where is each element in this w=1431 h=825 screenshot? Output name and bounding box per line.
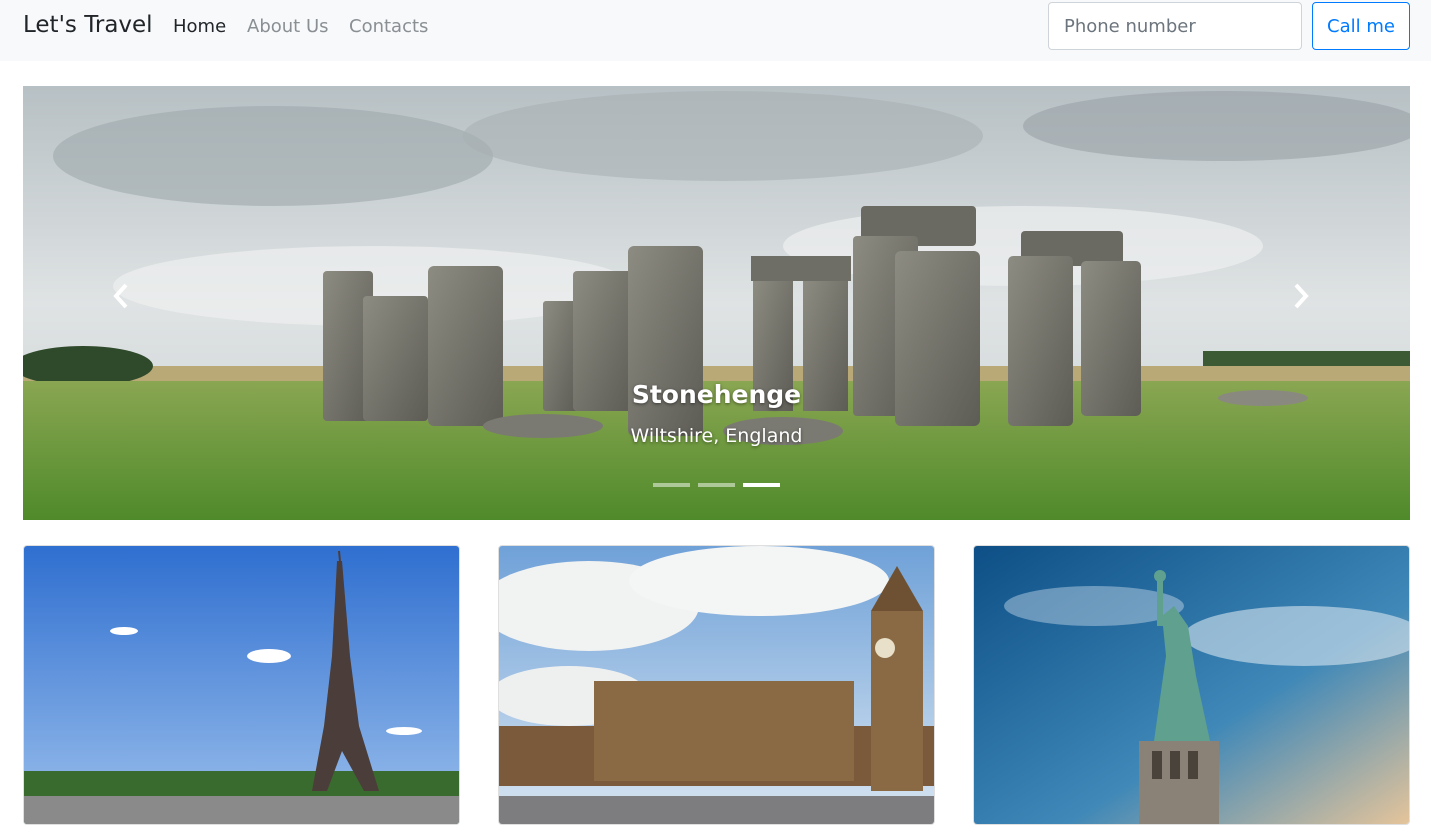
statue-of-liberty-photo <box>974 546 1409 824</box>
card-statue-of-liberty[interactable] <box>973 545 1410 825</box>
card-big-ben[interactable] <box>498 545 935 825</box>
eiffel-tower-photo <box>24 546 459 824</box>
big-ben-parliament-photo <box>499 546 934 824</box>
nav-link-contacts[interactable]: Contacts <box>349 16 428 37</box>
hero-carousel: Stonehenge Wiltshire, England <box>23 86 1410 520</box>
phone-number-input[interactable] <box>1048 2 1302 50</box>
carousel-indicator-3[interactable] <box>743 483 780 487</box>
carousel-caption-subtitle: Wiltshire, England <box>630 425 803 447</box>
brand-logo[interactable]: Let's Travel <box>23 12 153 38</box>
call-me-button[interactable]: Call me <box>1312 2 1410 50</box>
carousel-indicator-2[interactable] <box>698 483 735 487</box>
card-eiffel-tower[interactable] <box>23 545 460 825</box>
chevron-right-icon <box>1294 283 1309 309</box>
nav-link-home[interactable]: Home <box>173 16 226 37</box>
carousel-indicators <box>653 483 780 487</box>
carousel-prev-control[interactable] <box>111 282 141 322</box>
nav-link-about-us[interactable]: About Us <box>247 16 329 37</box>
chevron-left-icon <box>113 283 128 309</box>
navbar: Let's Travel Home About Us Contacts Call… <box>0 0 1431 61</box>
carousel-caption-title: Stonehenge <box>631 380 802 409</box>
carousel-next-control[interactable] <box>1291 282 1321 322</box>
carousel-indicator-1[interactable] <box>653 483 690 487</box>
stonehenge-slide-image <box>23 86 1410 520</box>
